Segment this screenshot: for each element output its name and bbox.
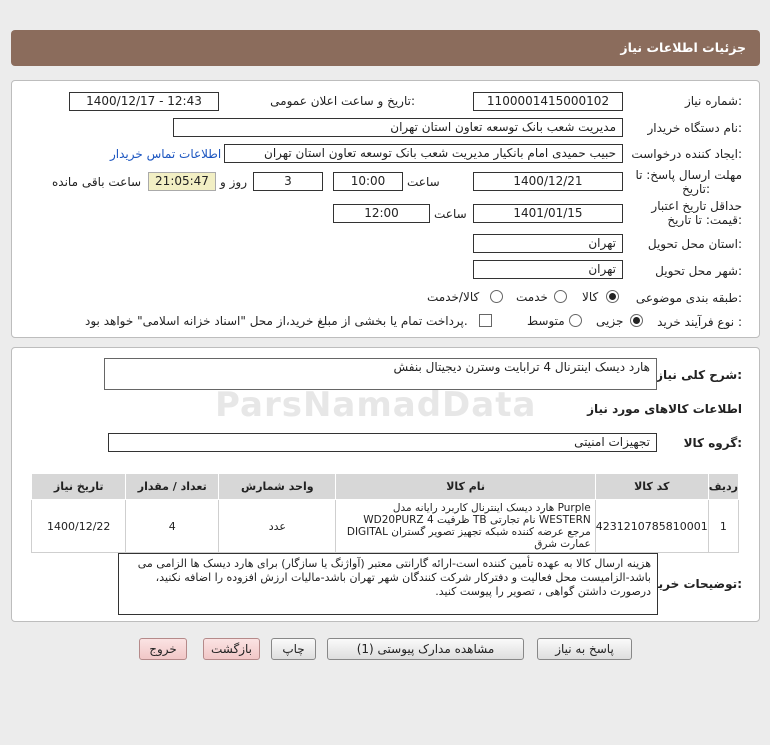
reply-time-field: 10:00 [333, 172, 403, 191]
category-option-service: خدمت [516, 290, 548, 304]
city-field: تهران [473, 260, 623, 279]
group-label: گروه کالا: [683, 436, 742, 450]
treasury-checkbox[interactable] [479, 314, 492, 327]
reply-date-field: 1400/12/21 [473, 172, 623, 191]
col-name: نام کالا [335, 473, 596, 500]
validity-label-2: قیمت: تا تاریخ: [667, 213, 742, 227]
col-qty: تعداد / مقدار [125, 473, 220, 500]
process-option-minor: جزیی [596, 314, 624, 328]
col-unit: واحد شمارش [218, 473, 337, 500]
cell-name: هارد دیسک اینترنال کاربرد رایانه مدل Pur… [335, 499, 596, 553]
treasury-note: پرداخت تمام یا بخشی از مبلغ خرید،از محل … [85, 314, 468, 328]
print-button[interactable]: چاپ [271, 638, 316, 660]
category-radio-goods-service[interactable] [490, 290, 503, 303]
process-label: نوع فرآیند خرید : [657, 315, 742, 329]
buyer-org-field: مدیریت شعب بانک توسعه تعاون استان تهران [173, 118, 623, 137]
validity-time-field: 12:00 [333, 204, 430, 223]
cell-qty: 4 [125, 499, 220, 553]
col-index: ردیف [707, 473, 740, 500]
reply-deadline-label-2: تاریخ: [682, 182, 710, 196]
validity-label: حداقل تاریخ اعتبار [651, 199, 742, 213]
summary-field: هارد دیسک اینترنال 4 ترابایت وسترن دیجیت… [104, 358, 657, 390]
category-radio-service[interactable] [554, 290, 567, 303]
group-field: تجهیزات امنیتی [108, 433, 657, 452]
province-field: تهران [473, 234, 623, 253]
reply-deadline-label: مهلت ارسال پاسخ: تا [635, 168, 742, 182]
validity-time-label: ساعت [434, 207, 467, 221]
need-number-field: 1100001415000102 [473, 92, 623, 111]
reply-button[interactable]: پاسخ به نیاز [537, 638, 632, 660]
back-button[interactable]: بازگشت [203, 638, 260, 660]
province-label: استان محل تحویل: [647, 237, 742, 251]
buyer-org-label: نام دستگاه خریدار: [647, 121, 743, 135]
announce-field: 1400/12/17 - 12:43 [69, 92, 219, 111]
validity-date-field: 1401/01/15 [473, 204, 623, 223]
page-header: جزئیات اطلاعات نیاز [11, 30, 760, 66]
col-code: کد کالا [594, 473, 709, 500]
summary-label: شرح کلی نیاز: [656, 368, 742, 382]
days-label: روز و [220, 175, 247, 189]
goods-table-header: تاریخ نیاز تعداد / مقدار واحد شمارش نام … [30, 473, 740, 500]
cell-index: 1 [707, 499, 740, 553]
goods-info-title: اطلاعات کالاهای مورد نیاز [587, 402, 742, 416]
exit-button[interactable]: خروج [139, 638, 187, 660]
page-title: جزئیات اطلاعات نیاز [620, 40, 746, 55]
table-row: 1400/12/22 4 عدد هارد دیسک اینترنال کارب… [30, 499, 740, 553]
need-number-label: شماره نیاز: [684, 94, 742, 108]
days-field: 3 [253, 172, 323, 191]
attachments-button[interactable]: مشاهده مدارک پیوستی (1) [327, 638, 524, 660]
creator-field: حبیب حمیدی امام بانکیار مدیریت شعب بانک … [224, 144, 623, 163]
city-label: شهر محل تحویل: [655, 264, 742, 278]
process-radio-medium[interactable] [569, 314, 582, 327]
process-radio-minor[interactable] [630, 314, 643, 327]
process-option-medium: متوسط [527, 314, 565, 328]
remaining-label: ساعت باقی مانده [52, 175, 142, 189]
category-label: طبقه بندی موضوعی: [635, 291, 742, 305]
creator-label: ایجاد کننده درخواست: [631, 147, 742, 161]
cell-unit: عدد [218, 499, 337, 553]
cell-date: 1400/12/22 [30, 499, 127, 553]
category-option-goods-service: کالا/خدمت [427, 290, 480, 304]
reply-time-label: ساعت [407, 175, 440, 189]
buyer-notes-field: هزینه ارسال کالا به عهده تأمین کننده است… [118, 553, 658, 615]
remaining-time-field: 21:05:47 [148, 172, 216, 191]
announce-label: تاریخ و ساعت اعلان عمومی: [270, 94, 415, 108]
goods-table: تاریخ نیاز تعداد / مقدار واحد شمارش نام … [30, 473, 740, 553]
category-radio-goods[interactable] [606, 290, 619, 303]
category-option-goods: کالا [582, 290, 599, 304]
col-date: تاریخ نیاز [30, 473, 127, 500]
contact-buyer-link[interactable]: اطلاعات تماس خریدار [110, 147, 221, 161]
cell-code: 4231210785810001 [594, 499, 709, 553]
